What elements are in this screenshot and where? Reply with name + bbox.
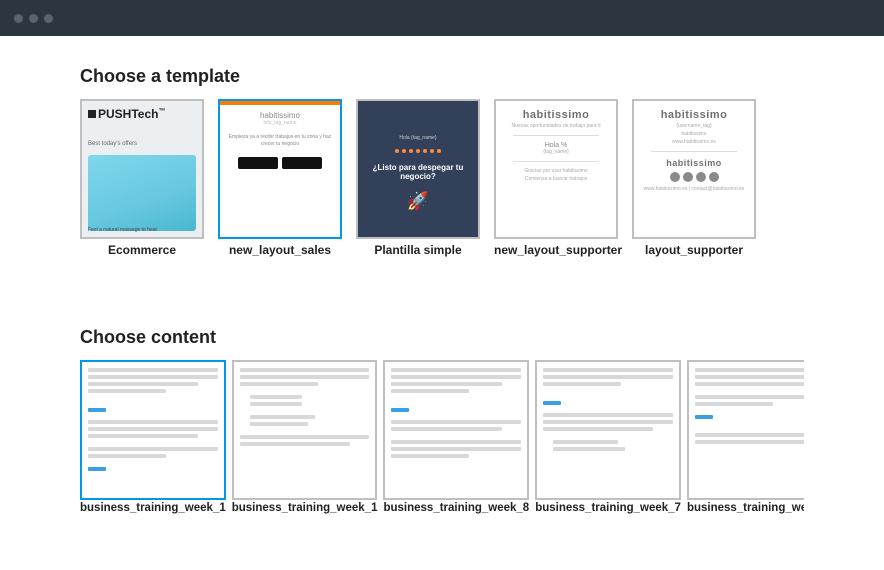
ecom-caption: Feel a natural massage to heal (88, 227, 157, 233)
template-card-layout-supporter[interactable]: habitissimo {username_tag} habitissimo w… (632, 99, 756, 257)
template-label: new_layout_sales (218, 243, 342, 257)
content-thumb (535, 360, 681, 500)
supporter-url: www.habitissimo.es (672, 139, 716, 145)
supporter-line: Nuevas oportunidades de trabajo para ti (512, 123, 601, 129)
template-card-new-layout-sales[interactable]: habitissimo info_tag_name Empieza ya a r… (218, 99, 342, 257)
content-label: business_training_week_7 (535, 502, 681, 514)
template-label: Ecommerce (80, 243, 204, 257)
template-label: Plantilla simple (356, 243, 480, 257)
supporter-mid2: {tag_name} (543, 149, 569, 155)
window-control-dot (14, 14, 23, 23)
ecom-tag: Best today's offers (88, 141, 137, 147)
content-card[interactable]: business_training_week_8 (383, 360, 529, 514)
pushtech-logo: PUSHTech™ (88, 107, 165, 121)
template-card-plantilla-simple[interactable]: Hola {tag_name} ¿Listo para despegar tu … (356, 99, 480, 257)
sales-body: Empieza ya a recibir trabajos en tu zona… (220, 126, 340, 151)
template-thumb: PUSHTech™ Best today's offers Feel a nat… (80, 99, 204, 239)
social-icons (670, 172, 719, 182)
window-control-dot (44, 14, 53, 23)
content-card[interactable]: business_training_week_2 (687, 360, 804, 514)
supporter-foot: www.habitissimo.es | contact@habitissimo… (644, 186, 745, 192)
supporter-user: {username_tag} (676, 123, 711, 129)
template-thumb: habitissimo {username_tag} habitissimo w… (632, 99, 756, 239)
content-card[interactable]: business_training_week_7 (535, 360, 681, 514)
content-thumb (232, 360, 378, 500)
template-label: layout_supporter (632, 243, 756, 257)
habitissimo-logo: habitissimo (661, 109, 728, 121)
supporter-thanks: Gracias por usar habitissimo (524, 168, 587, 174)
template-card-ecommerce[interactable]: PUSHTech™ Best today's offers Feel a nat… (80, 99, 204, 257)
content-label: business_training_week_2 (687, 502, 804, 514)
app-store-badge (238, 157, 278, 169)
simple-greeting: Hola {tag_name} (399, 135, 436, 141)
content-card[interactable]: business_training_week_1 (80, 360, 226, 514)
habitissimo-logo-small: habitissimo (666, 158, 722, 168)
template-thumb: Hola {tag_name} ¿Listo para despegar tu … (356, 99, 480, 239)
app-store-badges (220, 157, 340, 169)
content-thumb (687, 360, 804, 500)
template-list: PUSHTech™ Best today's offers Feel a nat… (80, 99, 804, 257)
template-thumb: habitissimo Nuevas oportunidades de trab… (494, 99, 618, 239)
window-titlebar (0, 0, 884, 36)
content-card[interactable]: business_training_week_1 (232, 360, 378, 514)
habitissimo-logo: habitissimo (523, 109, 590, 121)
supporter-foot: Comienza a buscar trabajos (525, 176, 587, 182)
google-play-badge (282, 157, 322, 169)
content-thumb (383, 360, 529, 500)
template-thumb: habitissimo info_tag_name Empieza ya a r… (218, 99, 342, 239)
content-thumb (80, 360, 226, 500)
window-control-dot (29, 14, 38, 23)
content-label: business_training_week_8 (383, 502, 529, 514)
supporter-brand: habitissimo (681, 131, 706, 137)
ecom-hero-image (88, 155, 196, 231)
dot-separator (395, 149, 441, 153)
orange-bar (220, 101, 340, 105)
content-list[interactable]: business_training_week_1 business_traini… (80, 360, 804, 522)
template-card-new-layout-supporter[interactable]: habitissimo Nuevas oportunidades de trab… (494, 99, 618, 257)
choose-content-heading: Choose content (80, 327, 804, 348)
rocket-icon: 🚀 (407, 191, 429, 212)
choose-template-heading: Choose a template (80, 66, 804, 87)
simple-headline: ¿Listo para despegar tu negocio? (358, 163, 478, 181)
supporter-mid: Hola % (545, 142, 568, 149)
content-label: business_training_week_1 (80, 502, 226, 514)
sales-logo: habitissimo (220, 111, 340, 120)
template-label: new_layout_supporter (494, 243, 618, 257)
content-label: business_training_week_1 (232, 502, 378, 514)
